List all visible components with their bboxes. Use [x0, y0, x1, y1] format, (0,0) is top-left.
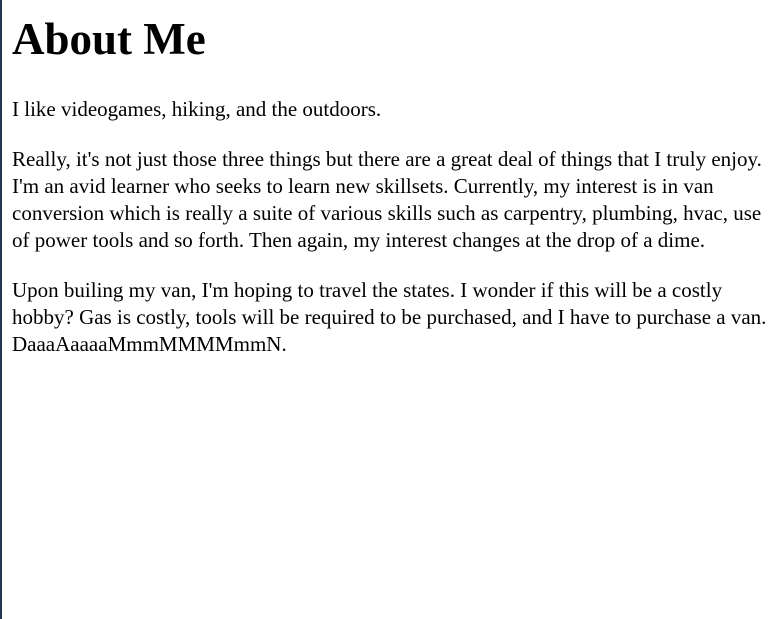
intro-paragraph: I like videogames, hiking, and the outdo…	[12, 97, 382, 121]
page-title: About Me	[12, 14, 206, 64]
interests-paragraph: Really, it's not just those three things…	[12, 147, 762, 252]
left-border-line	[0, 0, 2, 619]
about-section: About Me I like videogames, hiking, and …	[12, 0, 768, 358]
van-plans-paragraph: Upon builing my van, I'm hoping to trave…	[12, 278, 767, 356]
